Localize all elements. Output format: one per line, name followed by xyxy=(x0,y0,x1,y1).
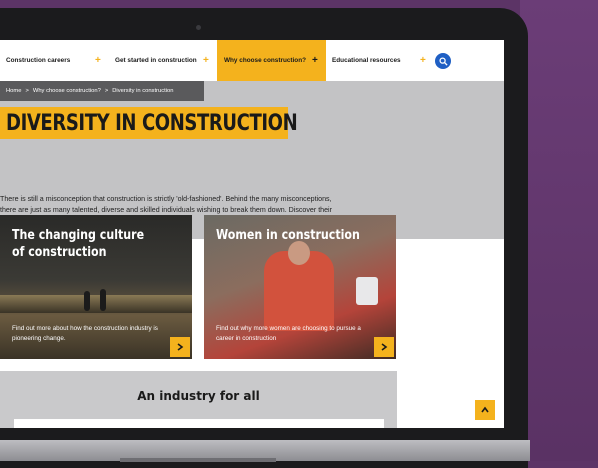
breadcrumb-separator: > xyxy=(104,88,109,94)
nav-item-construction-careers[interactable]: Construction careers + xyxy=(6,40,108,81)
search-button[interactable] xyxy=(435,53,451,69)
card-women-in-construction[interactable]: Women in construction Find out why more … xyxy=(204,215,396,359)
card-arrow-button[interactable] xyxy=(170,337,190,357)
chevron-right-icon xyxy=(177,343,184,351)
card-title: The changing culture of construction xyxy=(12,228,145,260)
nav-item-why-choose[interactable]: Why choose construction? + xyxy=(217,40,326,81)
chevron-up-icon xyxy=(481,406,489,413)
card-image-horizon xyxy=(0,295,192,313)
page-title: DIVERSITY IN CONSTRUCTION xyxy=(6,110,298,136)
industry-section: An industry for all xyxy=(0,371,397,428)
card-text: Find out why more women are choosing to … xyxy=(216,325,361,342)
plus-icon: + xyxy=(312,55,318,66)
card-title: Women in construction xyxy=(216,228,360,243)
laptop-camera xyxy=(196,25,201,30)
background-panel xyxy=(520,0,598,461)
back-to-top-button[interactable] xyxy=(475,400,495,420)
card-changing-culture[interactable]: The changing culture of construction Fin… xyxy=(0,215,192,359)
nav-item-label: Construction careers xyxy=(6,57,71,64)
card-image-figure xyxy=(84,291,90,311)
browser-screen: Construction careers + Get started in co… xyxy=(0,40,504,428)
nav-item-label: Educational resources xyxy=(332,57,401,64)
card-text: Find out more about how the construction… xyxy=(12,325,158,342)
nav-item-label: Why choose construction? xyxy=(224,57,307,64)
card-arrow-button[interactable] xyxy=(374,337,394,357)
plus-icon: + xyxy=(95,55,101,66)
breadcrumb-current: Diversity in construction xyxy=(112,88,174,94)
page-title-box: DIVERSITY IN CONSTRUCTION xyxy=(0,107,298,139)
plus-icon: + xyxy=(420,55,426,66)
plus-icon: + xyxy=(203,55,209,66)
card-image-paint-can xyxy=(356,277,378,305)
chevron-right-icon xyxy=(381,343,388,351)
section-title: An industry for all xyxy=(137,389,260,403)
breadcrumb: Home > Why choose construction? > Divers… xyxy=(0,81,204,101)
main-nav: Construction careers + Get started in co… xyxy=(0,40,504,81)
nav-item-label: Get started in construction xyxy=(115,57,197,64)
breadcrumb-home[interactable]: Home xyxy=(6,88,21,94)
breadcrumb-separator: > xyxy=(25,88,29,94)
breadcrumb-parent[interactable]: Why choose construction? xyxy=(33,88,101,94)
section-content-panel xyxy=(14,419,384,428)
card-image-figure xyxy=(100,289,106,311)
card-image-face xyxy=(288,241,310,265)
laptop-hinge xyxy=(120,458,276,462)
nav-item-get-started[interactable]: Get started in construction + xyxy=(115,40,215,81)
search-icon xyxy=(438,56,448,66)
nav-item-educational-resources[interactable]: Educational resources + xyxy=(332,40,432,81)
